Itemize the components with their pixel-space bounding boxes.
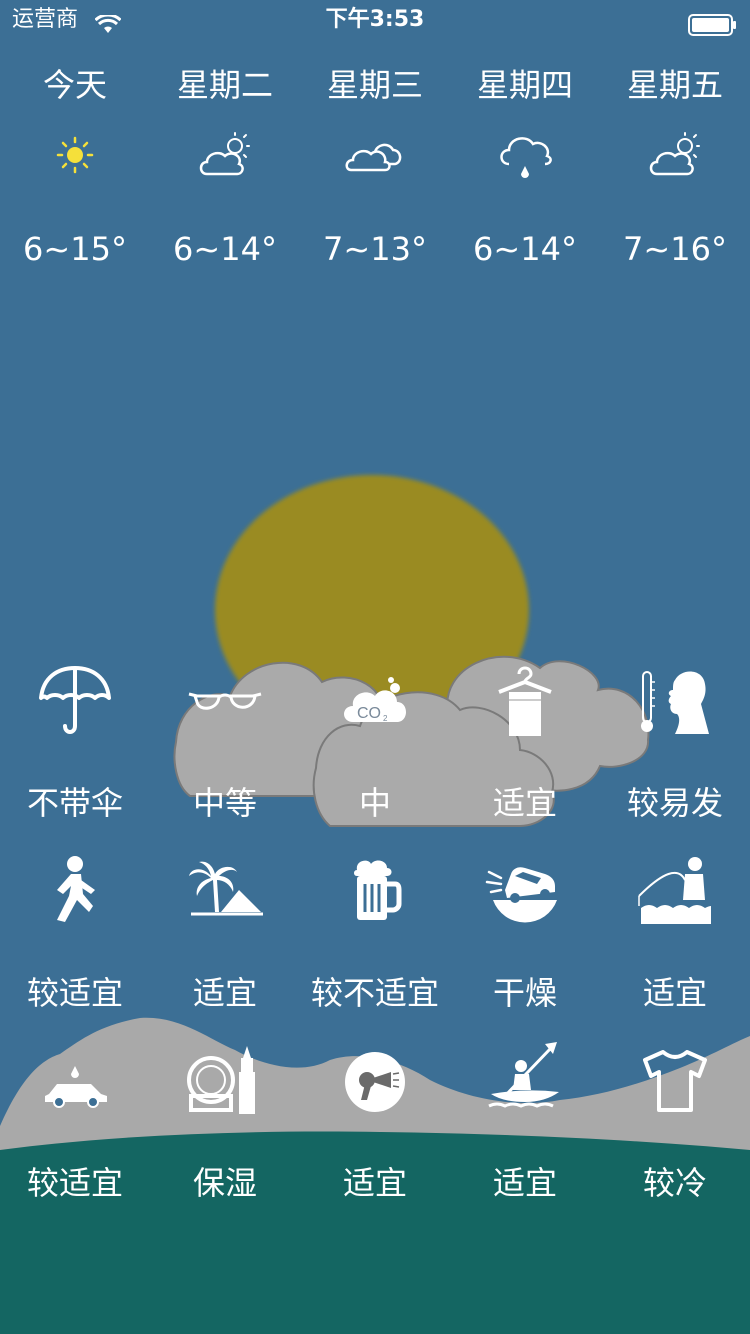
index-label: 适宜	[492, 1164, 557, 1202]
forecast-temp: 6~15°	[23, 230, 127, 268]
forecast-day-name: 星期五	[626, 66, 723, 104]
index-item[interactable]: 不带伞	[0, 660, 150, 830]
forecast-day-3[interactable]: 星期四 6~14°	[450, 56, 600, 296]
thermometer-person-icon	[635, 660, 715, 740]
tshirt-icon	[635, 1040, 715, 1120]
index-item[interactable]: 适宜	[300, 1040, 450, 1210]
svg-text:2: 2	[383, 714, 388, 723]
umbrella-icon	[35, 660, 115, 740]
index-item[interactable]: 较不适宜	[300, 850, 450, 1020]
forecast-temp: 6~14°	[473, 230, 577, 268]
index-item[interactable]: 适宜	[600, 850, 750, 1020]
svg-text:CO: CO	[357, 705, 381, 722]
forecast-day-name: 星期二	[176, 66, 273, 104]
status-time: 下午3:53	[325, 7, 425, 32]
index-item[interactable]: 较易发	[600, 660, 750, 830]
hair-dryer-icon	[335, 1040, 415, 1120]
index-label: 保湿	[192, 1164, 257, 1202]
index-item[interactable]: 中等	[150, 660, 300, 830]
index-item[interactable]: CO 2 中	[300, 660, 450, 830]
cloudy-icon	[345, 130, 405, 180]
battery-icon	[688, 10, 738, 50]
index-item[interactable]: 适宜	[450, 1040, 600, 1210]
forecast-day-name: 星期三	[326, 66, 423, 104]
index-item[interactable]: 较冷	[600, 1040, 750, 1210]
index-label: 适宜	[642, 974, 707, 1012]
forecast-temp: 7~13°	[323, 230, 427, 268]
running-person-icon	[35, 850, 115, 930]
index-label: 适宜	[492, 784, 557, 822]
index-label: 较冷	[642, 1164, 707, 1202]
fishing-icon	[635, 850, 715, 930]
co2-icon: CO 2	[335, 660, 415, 740]
index-label: 中	[358, 784, 391, 822]
kayaking-icon	[485, 1040, 565, 1120]
partly-cloudy-icon	[645, 130, 705, 180]
car-wash-icon	[35, 1040, 115, 1120]
index-item[interactable]: 保湿	[150, 1040, 300, 1210]
beer-mug-icon	[335, 850, 415, 930]
index-label: 较不适宜	[310, 974, 439, 1012]
sunglasses-icon	[185, 660, 265, 740]
forecast-day-name: 星期四	[476, 66, 573, 104]
forecast-day-name: 今天	[42, 66, 107, 104]
index-item[interactable]: 干燥	[450, 850, 600, 1020]
index-label: 较适宜	[26, 974, 123, 1012]
forecast-day-4[interactable]: 星期五 7~16°	[600, 56, 750, 296]
index-label: 不带伞	[26, 784, 123, 822]
forecast-day-2[interactable]: 星期三 7~13°	[300, 56, 450, 296]
forecast-day-1[interactable]: 星期二 6~14°	[150, 56, 300, 296]
index-label: 适宜	[192, 974, 257, 1012]
status-bar: 运营商 下午3:53	[0, 0, 750, 40]
forecast-day-0[interactable]: 今天 6~15°	[0, 56, 150, 296]
index-item[interactable]: 较适宜	[0, 850, 150, 1020]
rain-icon	[495, 130, 555, 180]
index-item[interactable]: 较适宜	[0, 1040, 150, 1210]
partly-cloudy-icon	[195, 130, 255, 180]
cosmetics-icon	[185, 1040, 265, 1120]
forecast-temp: 6~14°	[173, 230, 277, 268]
index-item[interactable]: 适宜	[450, 660, 600, 830]
index-label: 较适宜	[26, 1164, 123, 1202]
sun-icon	[45, 130, 105, 180]
clothes-drying-icon	[485, 660, 565, 740]
palm-beach-icon	[185, 850, 265, 930]
index-label: 中等	[192, 784, 257, 822]
index-label: 适宜	[342, 1164, 407, 1202]
car-splash-icon	[485, 850, 565, 930]
index-label: 干燥	[492, 974, 557, 1012]
forecast-temp: 7~16°	[623, 230, 727, 268]
index-label: 较易发	[626, 784, 723, 822]
index-item[interactable]: 适宜	[150, 850, 300, 1020]
forecast-row: 今天 6~15° 星期二 6~14° 星期三 7~13° 星期四 6~14° 星…	[0, 56, 750, 296]
